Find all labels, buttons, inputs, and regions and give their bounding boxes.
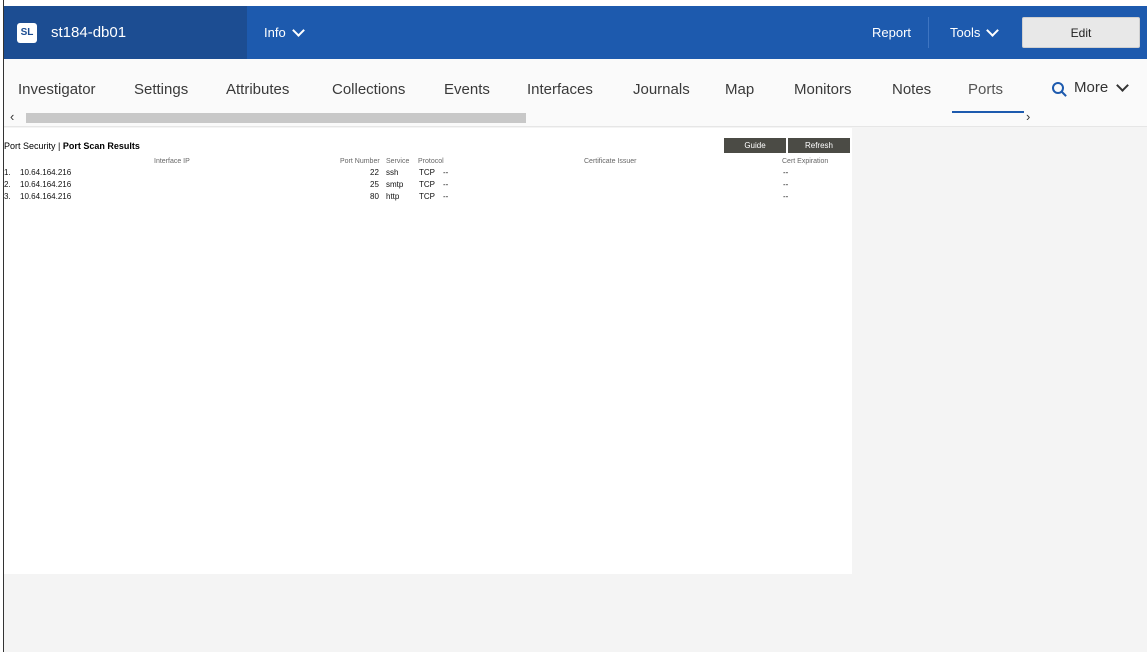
row-interface-ip: 10.64.164.216 bbox=[20, 192, 72, 201]
row-interface-ip: 10.64.164.216 bbox=[20, 168, 72, 177]
header-divider bbox=[928, 17, 929, 48]
chevron-down-icon bbox=[291, 24, 305, 37]
tab-monitors[interactable]: Monitors bbox=[794, 81, 852, 98]
row-service: ssh bbox=[386, 168, 399, 177]
active-tab-indicator bbox=[952, 111, 1024, 113]
tools-label: Tools bbox=[950, 25, 981, 40]
edit-button[interactable]: Edit bbox=[1022, 17, 1140, 48]
row-service: http bbox=[386, 192, 400, 201]
row-port-number: 22 bbox=[370, 168, 379, 177]
top-bar: SL st184-db01 Info Report Tools Edit bbox=[4, 6, 1147, 59]
row-protocol: TCP bbox=[419, 192, 435, 201]
row-index: 2. bbox=[4, 180, 11, 189]
refresh-button[interactable]: Refresh bbox=[788, 138, 850, 153]
row-certificate-issuer: -- bbox=[443, 168, 449, 177]
scroll-left-arrow[interactable]: ‹ bbox=[10, 109, 14, 124]
row-index: 1. bbox=[4, 168, 11, 177]
tab-investigator[interactable]: Investigator bbox=[18, 81, 96, 98]
report-link[interactable]: Report bbox=[872, 6, 911, 59]
breadcrumb-separator: | bbox=[55, 141, 63, 151]
tab-settings[interactable]: Settings bbox=[134, 81, 188, 98]
column-header-certificate-issuer: Certificate Issuer bbox=[584, 158, 637, 165]
row-protocol: TCP bbox=[419, 180, 435, 189]
column-header-interface-ip: Interface IP bbox=[154, 158, 190, 165]
tab-attributes[interactable]: Attributes bbox=[226, 81, 289, 98]
tab-events[interactable]: Events bbox=[444, 81, 490, 98]
app-logo-icon: SL bbox=[17, 22, 37, 43]
horizontal-scrollbar-thumb[interactable] bbox=[26, 113, 526, 123]
tab-notes[interactable]: Notes bbox=[892, 81, 931, 98]
port-scan-panel: Port Security | Port Scan Results Guide … bbox=[4, 128, 852, 574]
tab-ports[interactable]: Ports bbox=[968, 81, 1003, 98]
breadcrumb: Port Security | Port Scan Results bbox=[4, 141, 140, 151]
chevron-down-icon bbox=[1116, 79, 1130, 92]
tab-bar: Investigator Settings Attributes Collect… bbox=[4, 59, 1147, 127]
guide-button[interactable]: Guide bbox=[724, 138, 786, 153]
info-label: Info bbox=[264, 25, 286, 40]
row-cert-expiration: -- bbox=[783, 192, 789, 201]
device-header[interactable]: SL st184-db01 bbox=[4, 6, 247, 59]
info-menu[interactable]: Info bbox=[264, 6, 305, 59]
scroll-right-arrow[interactable]: › bbox=[1026, 109, 1030, 124]
more-label: More bbox=[1074, 79, 1109, 96]
column-header-protocol: Protocol bbox=[418, 158, 444, 165]
row-index: 3. bbox=[4, 192, 11, 201]
row-protocol: TCP bbox=[419, 168, 435, 177]
column-header-cert-expiration: Cert Expiration bbox=[782, 158, 829, 165]
tab-journals[interactable]: Journals bbox=[633, 81, 690, 98]
row-port-number: 25 bbox=[370, 180, 379, 189]
more-menu[interactable]: More bbox=[1052, 79, 1130, 96]
column-header-port-number: Port Number bbox=[340, 158, 380, 165]
tab-interfaces[interactable]: Interfaces bbox=[527, 81, 593, 98]
row-certificate-issuer: -- bbox=[443, 192, 449, 201]
row-service: smtp bbox=[386, 180, 404, 189]
column-header-service: Service bbox=[386, 158, 410, 165]
search-icon bbox=[1052, 81, 1064, 94]
device-name: st184-db01 bbox=[51, 24, 127, 41]
breadcrumb-parent[interactable]: Port Security bbox=[4, 141, 56, 151]
tab-map[interactable]: Map bbox=[725, 81, 754, 98]
row-port-number: 80 bbox=[370, 192, 379, 201]
breadcrumb-current: Port Scan Results bbox=[62, 141, 140, 151]
row-cert-expiration: -- bbox=[783, 180, 789, 189]
row-cert-expiration: -- bbox=[783, 168, 789, 177]
chevron-down-icon bbox=[986, 24, 1000, 37]
row-certificate-issuer: -- bbox=[443, 180, 449, 189]
tools-menu[interactable]: Tools bbox=[950, 6, 1000, 59]
tab-collections[interactable]: Collections bbox=[332, 81, 405, 98]
row-interface-ip: 10.64.164.216 bbox=[20, 180, 72, 189]
